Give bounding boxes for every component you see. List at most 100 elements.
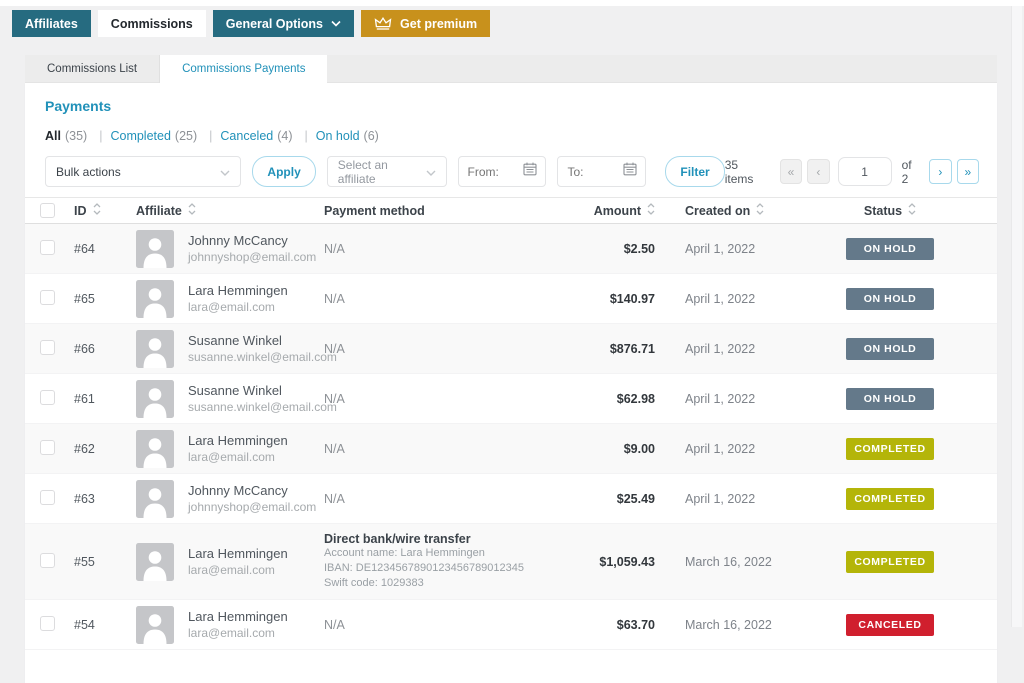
payment-id: #65 [74,292,136,306]
view-on-hold-count: (6) [364,129,379,143]
table-row: #65 Lara Hemmingen lara@email.com N/A [25,274,997,324]
affiliate-email: lara@email.com [188,562,288,578]
row-checkbox[interactable] [40,616,55,631]
status-badge[interactable]: ON HOLD [846,338,934,360]
header-status[interactable]: Status [795,203,985,218]
date-to-input[interactable] [567,165,622,179]
header-id[interactable]: ID [74,203,136,218]
table-body: #64 Johnny McCancy johnnyshop@email.com … [25,224,997,650]
bulk-actions-select[interactable]: Bulk actions [45,156,241,187]
sort-icon[interactable] [93,203,101,218]
created-on: April 1, 2022 [655,442,795,456]
status-badge[interactable]: COMPLETED [846,551,934,573]
get-premium-button[interactable]: Get premium [361,10,490,37]
status-badge[interactable]: COMPLETED [846,488,934,510]
amount: $63.70 [543,618,655,632]
calendar-icon[interactable] [622,161,638,182]
created-on: April 1, 2022 [655,342,795,356]
apply-button[interactable]: Apply [252,156,315,187]
amount: $1,059.43 [543,555,655,569]
payment-id: #63 [74,492,136,506]
affiliate-email: lara@email.com [188,625,288,641]
view-on-hold-label: On hold [316,129,360,143]
vertical-scrollbar[interactable] [1011,6,1022,627]
status-badge[interactable]: ON HOLD [846,388,934,410]
created-on: April 1, 2022 [655,242,795,256]
status-badge[interactable]: ON HOLD [846,288,934,310]
payment-id: #64 [74,242,136,256]
payments-panel: Payments All (35) Completed (25) Cancele… [25,83,997,683]
status-badge[interactable]: CANCELED [846,614,934,636]
affiliate-select-placeholder: Select an affiliate [338,158,426,186]
items-count: 35 items [725,158,767,186]
table-row: #63 Johnny McCancy johnnyshop@email.com … [25,474,997,524]
avatar [136,380,174,418]
chevron-down-icon [331,20,341,27]
amount: $25.49 [543,492,655,506]
table-row: #66 Susanne Winkel susanne.winkel@email.… [25,324,997,374]
sort-icon[interactable] [647,203,655,218]
created-on: April 1, 2022 [655,392,795,406]
header-amount-label: Amount [594,204,641,218]
page-title: Payments [45,98,997,114]
row-checkbox[interactable] [40,440,55,455]
header-amount[interactable]: Amount [543,203,655,218]
row-checkbox[interactable] [40,553,55,568]
status-badge[interactable]: ON HOLD [846,238,934,260]
view-all-count: (35) [65,129,87,143]
created-on: March 16, 2022 [655,618,795,632]
next-page-button[interactable]: › [929,159,951,184]
table-header-row: ID Affiliate Payment method Amount [25,197,997,224]
sort-icon[interactable] [908,203,916,218]
first-page-button[interactable]: « [780,159,802,184]
date-from-input[interactable] [468,165,523,179]
table-row: #62 Lara Hemmingen lara@email.com N/A [25,424,997,474]
payment-method-details: Account name: Lara Hemmingen IBAN: DE123… [324,546,543,591]
status-filter-links: All (35) Completed (25) Canceled (4) On … [45,129,997,143]
payment-id: #55 [74,555,136,569]
affiliate-name: Lara Hemmingen [188,282,288,299]
affiliate-email: lara@email.com [188,449,288,465]
view-all[interactable]: All (35) [45,129,110,143]
affiliate-name: Lara Hemmingen [188,432,288,449]
view-canceled[interactable]: Canceled (4) [220,129,315,143]
payment-method: N/A [324,618,543,632]
commissions-nav-button[interactable]: Commissions [98,10,206,37]
affiliates-nav-button[interactable]: Affiliates [12,10,91,37]
prev-page-button[interactable]: ‹ [807,159,829,184]
sort-icon[interactable] [756,203,764,218]
select-all-checkbox[interactable] [40,203,55,218]
avatar [136,230,174,268]
row-checkbox[interactable] [40,490,55,505]
header-created-on[interactable]: Created on [655,203,795,218]
status-badge[interactable]: COMPLETED [846,438,934,460]
header-created-on-label: Created on [685,204,750,218]
tab-commissions-list[interactable]: Commissions List [25,55,160,83]
view-completed[interactable]: Completed (25) [110,129,220,143]
row-checkbox[interactable] [40,240,55,255]
calendar-icon[interactable] [522,161,538,182]
row-checkbox[interactable] [40,390,55,405]
account-name: Account name: Lara Hemmingen [324,546,543,561]
filter-button[interactable]: Filter [665,156,724,187]
view-on-hold[interactable]: On hold (6) [316,129,379,143]
created-on: April 1, 2022 [655,292,795,306]
header-payment-method: Payment method [324,204,543,218]
last-page-button[interactable]: » [957,159,979,184]
window-top-edge [0,0,1024,6]
sort-icon[interactable] [188,203,196,218]
header-affiliate-label: Affiliate [136,204,182,218]
general-options-dropdown[interactable]: General Options [213,10,354,37]
tab-commissions-payments[interactable]: Commissions Payments [160,55,327,83]
header-affiliate[interactable]: Affiliate [136,203,324,218]
row-checkbox[interactable] [40,340,55,355]
payment-method: N/A [324,492,543,506]
view-completed-label: Completed [110,129,170,143]
row-checkbox[interactable] [40,290,55,305]
affiliate-select[interactable]: Select an affiliate [327,156,447,187]
affiliate-name: Johnny McCancy [188,482,316,499]
general-options-label: General Options [226,17,323,31]
current-page-input[interactable] [838,157,892,186]
table-row: #55 Lara Hemmingen lara@email.com Direct… [25,524,997,600]
payments-table: ID Affiliate Payment method Amount [25,197,997,650]
